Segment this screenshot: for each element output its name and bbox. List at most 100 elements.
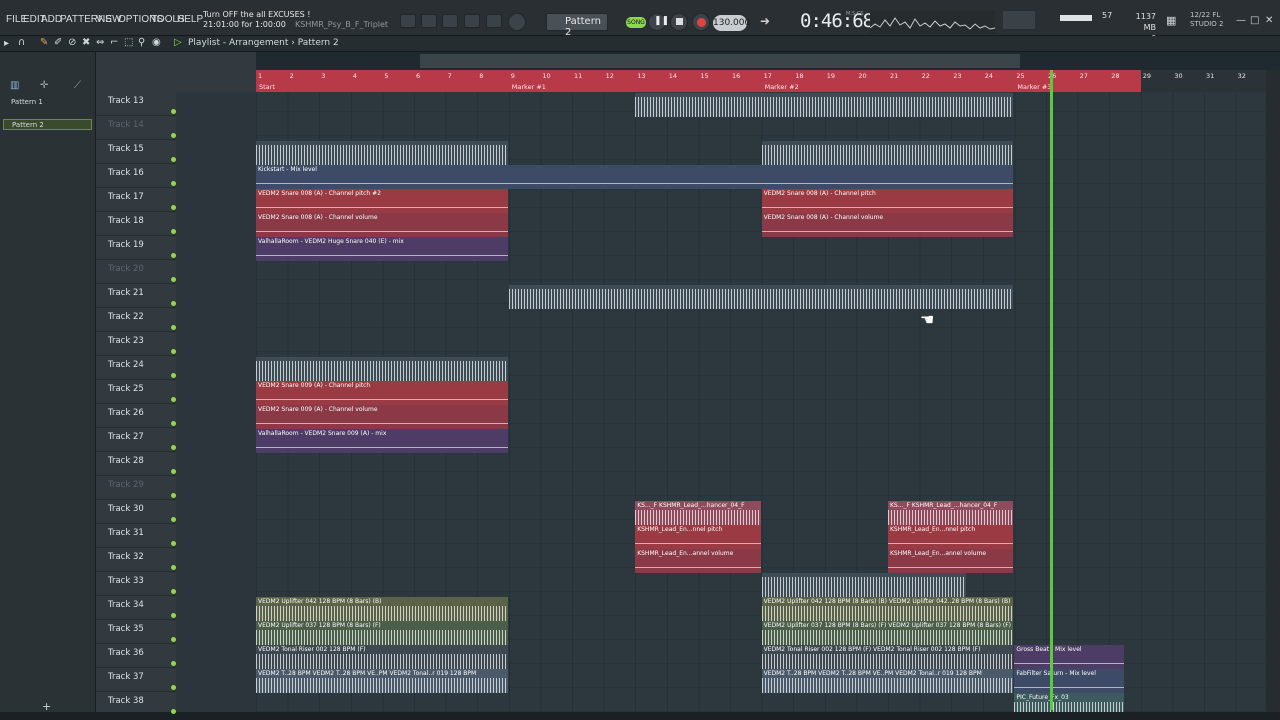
playlist-clip[interactable]: VEDM2 T..28 BPM VEDM2 T..28 BPM VE..PM V… [256,669,508,693]
playlist-clip[interactable]: VEDM2 Snare 008 (A) - Channel pitch [761,189,1014,213]
vertical-scrollbar[interactable] [1266,70,1280,712]
track-enable-led[interactable] [171,133,176,138]
playlist-grid[interactable]: Kickstart - Mix level VEDM2 Snare 008 (A)… [256,92,1266,717]
playlist-clip[interactable]: ValhallaRoom - VEDM2 Snare 009 (A) - mix [256,429,508,453]
track-header[interactable]: Track 28 [96,452,181,476]
track-enable-led[interactable] [171,421,176,426]
track-enable-led[interactable] [171,253,176,258]
playlist-clip[interactable]: KS..._F KSHMR_Lead_...hancer_04_F [635,501,761,525]
playlist-clip[interactable]: Gross Beat - Mix level [1014,645,1124,669]
timeline-marker[interactable]: Marker #1 [512,83,546,91]
track-header[interactable]: Track 37 [96,668,181,692]
track-header[interactable]: Track 13 [96,92,181,116]
track-header[interactable]: Track 26 [96,404,181,428]
track-enable-led[interactable] [171,541,176,546]
track-enable-led[interactable] [171,397,176,402]
pause-icon[interactable]: ❚❚ [648,13,669,31]
playlist-clip[interactable]: VEDM2 Snare 009 (A) - Channel volume [256,405,508,429]
delete-icon[interactable]: ⊘ [68,37,76,48]
slice-icon[interactable]: ⌐ [110,37,118,48]
track-enable-led[interactable] [171,469,176,474]
playlist-clip[interactable]: VEDM2 Uplifter 042 128 BPM (8 Bars) (B) [256,597,508,621]
pencil-icon[interactable]: ✎ [40,37,48,48]
track-enable-led[interactable] [171,301,176,306]
playlist-clip[interactable]: VEDM2 Snare 008 (A) - Channel volume [761,213,1014,237]
timeline-marker[interactable]: Marker #2 [765,83,799,91]
breadcrumb-playlist[interactable]: Playlist - Arrangement [188,38,288,48]
minimize-icon[interactable]: — [1236,15,1246,26]
track-header[interactable]: Track 34 [96,596,181,620]
track-header[interactable]: Track 22 [96,308,181,332]
track-header[interactable]: Track 27 [96,428,181,452]
track-header[interactable]: Track 16 [96,164,181,188]
audio-clip[interactable] [256,141,508,165]
arrow-icon[interactable]: ▸ [4,38,9,49]
zoom-icon[interactable]: ⚲ [138,37,145,48]
tempo-display[interactable]: 130.000 [713,15,750,31]
pattern-item[interactable]: Pattern 1 [3,97,92,108]
pattern-item-selected[interactable]: Pattern 2 [3,119,92,130]
track-enable-led[interactable] [171,349,176,354]
playlist-clip[interactable]: KSHMR_Lead_En...nnel pitch [635,525,761,549]
track-enable-led[interactable] [171,325,176,330]
playlist-clip[interactable]: VEDM2 Snare 008 (A) - Channel volume [256,213,508,237]
track-header[interactable]: Track 35 [96,620,181,644]
track-enable-led[interactable] [171,589,176,594]
play-icon[interactable]: ▷ [174,37,182,48]
track-header[interactable]: Track 24 [96,356,181,380]
song-mode-toggle[interactable]: SONG [626,17,646,28]
brush-icon[interactable]: ✐ [54,37,62,48]
track-enable-led[interactable] [171,109,176,114]
channel-rack-icon[interactable] [464,14,480,28]
browser-icon[interactable] [486,14,502,28]
track-enable-led[interactable] [171,493,176,498]
playlist-clip[interactable]: VEDM2 Snare 009 (A) - Channel pitch [256,381,508,405]
playhead[interactable] [1050,70,1053,710]
close-icon[interactable]: ✕ [1265,15,1273,26]
maximize-icon[interactable]: □ [1250,15,1259,26]
mute-icon[interactable]: ✖ [82,37,90,48]
track-enable-led[interactable] [171,685,176,690]
track-enable-led[interactable] [171,613,176,618]
breadcrumb-pattern[interactable]: Pattern 2 [298,38,339,48]
horizontal-scroll[interactable] [420,54,1020,68]
slip-icon[interactable]: ⇔ [96,37,104,48]
audio-clip[interactable] [761,141,1014,165]
track-enable-led[interactable] [171,229,176,234]
track-header[interactable]: Track 25 [96,380,181,404]
audio-clip[interactable] [508,285,1014,309]
audio-clip[interactable] [256,357,508,381]
track-enable-led[interactable] [171,709,176,714]
menu-help[interactable]: HELP [177,14,203,25]
playlist-clip[interactable]: VEDM2 Uplifter 037 128 BPM (8 Bars) (F) … [761,621,1014,645]
playlist-clip[interactable]: FabFilter Saturn - Mix level [1014,669,1124,693]
playlist-clip[interactable]: VEDM2 Tonal Riser 002 128 BPM (F) [256,645,508,669]
track-header[interactable]: Track 20 [96,260,181,284]
timeline-marker[interactable]: Start [259,83,275,91]
track-enable-led[interactable] [171,157,176,162]
track-enable-led[interactable] [171,517,176,522]
track-enable-led[interactable] [171,445,176,450]
playlist-clip[interactable]: KSHMR_Lead_En...nnel pitch [888,525,1014,549]
track-enable-led[interactable] [171,205,176,210]
playlist-clip[interactable]: ValhallaRoom - VEDM2 Huge Snare 040 (E) … [256,237,508,261]
playlist-clip[interactable]: VEDM2 T..28 BPM VEDM2 T..28 BPM VE..PM V… [761,669,1014,693]
record-icon[interactable] [692,13,710,31]
pattern-selector[interactable]: Pattern 2 [546,13,608,38]
playlist-window-icon[interactable] [400,14,416,28]
track-enable-led[interactable] [171,565,176,570]
track-header[interactable]: Track 30 [96,500,181,524]
picker-audio-icon[interactable]: ✛ [40,80,48,91]
playback-icon[interactable]: ◉ [152,37,161,48]
mixer-icon[interactable] [442,14,458,28]
playlist-clip[interactable]: VEDM2 Uplifter 037 128 BPM (8 Bars) (F) [256,621,508,645]
playlist-clip[interactable]: VEDM2 Snare 008 (A) - Channel pitch #2 [256,189,508,213]
track-header[interactable]: Track 14 [96,116,181,140]
stop-icon[interactable] [670,13,688,31]
playlist-clip[interactable]: KSHMR_Lead_En...annel volume [635,549,761,573]
track-header[interactable]: Track 29 [96,476,181,500]
track-header[interactable]: Track 17 [96,188,181,212]
track-enable-led[interactable] [171,661,176,666]
arrow-right-icon[interactable]: ➜ [760,14,770,28]
track-header[interactable]: Track 32 [96,548,181,572]
